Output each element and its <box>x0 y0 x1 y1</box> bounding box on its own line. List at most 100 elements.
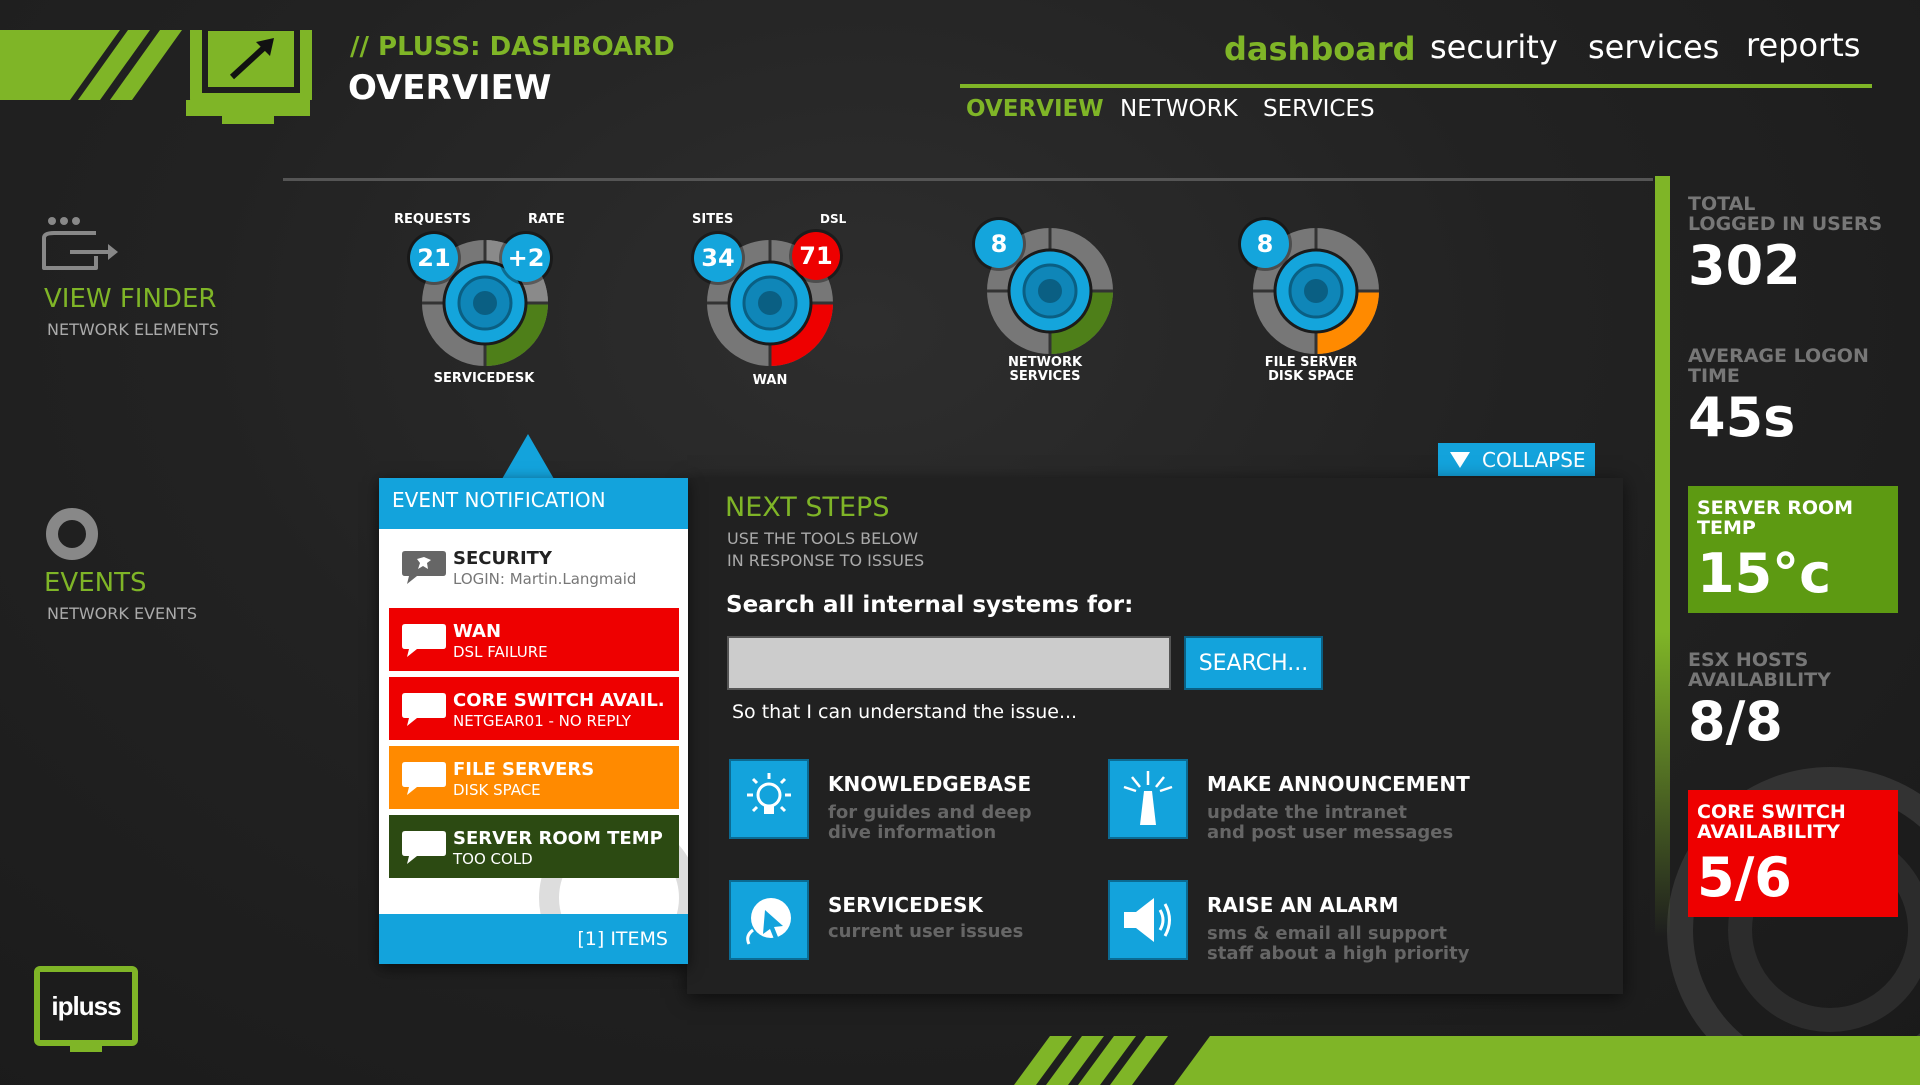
tool-servicedesk[interactable]: SERVICEDESK current user issues <box>729 880 1089 970</box>
collapse-button[interactable]: COLLAPSE <box>1438 443 1595 476</box>
view-finder-title[interactable]: VIEW FINDER <box>44 284 216 314</box>
gauge-file-server[interactable]: 8 FILE SERVER DISK SPACE <box>1221 212 1401 392</box>
tool-desc-line-2: and post user messages <box>1207 822 1454 843</box>
view-finder-icon[interactable] <box>40 214 120 276</box>
collapse-label: COLLAPSE <box>1482 447 1586 472</box>
event-item[interactable]: WAN DSL FAILURE <box>389 608 679 671</box>
events-sub: NETWORK EVENTS <box>47 604 198 623</box>
event-sub: LOGIN: Martin.Langmaid <box>453 570 637 588</box>
tool-desc-line-1: current user issues <box>828 921 1024 942</box>
next-steps-sub: USE THE TOOLS BELOW IN RESPONSE TO ISSUE… <box>727 528 924 572</box>
nav-dashboard[interactable]: dashboard <box>1224 30 1416 68</box>
gauge-left-value: 21 <box>410 234 458 282</box>
tool-desc-line-2: staff about a high priority <box>1207 943 1470 964</box>
gauge-value: 8 <box>1241 220 1289 268</box>
tool-desc-line-1: sms & email all support <box>1207 923 1448 944</box>
search-input[interactable] <box>727 636 1171 690</box>
stat-esx-hosts: ESX HOSTS AVAILABILITY 8/8 <box>1688 650 1898 753</box>
gauge-label-1: FILE SERVER <box>1264 355 1358 370</box>
stat-value: 15°c <box>1697 542 1832 605</box>
chat-bubble-icon <box>402 762 446 795</box>
tool-desc: sms & email all support staff about a hi… <box>1207 924 1469 964</box>
divider <box>283 178 1653 181</box>
tab-services[interactable]: SERVICES <box>1263 96 1375 122</box>
event-title: CORE SWITCH AVAIL. <box>453 690 665 711</box>
events-title[interactable]: EVENTS <box>44 568 146 598</box>
gauge-right-label: DSL <box>820 212 847 226</box>
stat-core-switch: CORE SWITCH AVAILABILITY 5/6 <box>1688 790 1898 917</box>
stat-value: 302 <box>1688 234 1801 297</box>
stat-server-room-temp: SERVER ROOM TEMP 15°c <box>1688 486 1898 613</box>
stat-value: 8/8 <box>1688 690 1783 753</box>
page-subtitle: // PLUSS: DASHBOARD <box>350 32 675 62</box>
stat-label-1: SERVER ROOM <box>1697 497 1854 519</box>
gauge-network-services[interactable]: 8 NETWORK SERVICES <box>955 212 1135 392</box>
event-item[interactable]: CORE SWITCH AVAIL. NETGEAR01 - NO REPLY <box>389 677 679 740</box>
event-item[interactable]: SECURITY LOGIN: Martin.Langmaid <box>389 535 679 598</box>
monitor-icon <box>186 100 310 124</box>
tool-make-announcement[interactable]: MAKE ANNOUNCEMENT update the intranet an… <box>1108 759 1528 849</box>
tool-title: KNOWLEDGEBASE <box>828 772 1032 796</box>
search-label: Search all internal systems for: <box>726 592 1134 618</box>
next-steps-sub-line-1: USE THE TOOLS BELOW <box>727 529 919 548</box>
event-item[interactable]: FILE SERVERS DISK SPACE <box>389 746 679 809</box>
tool-desc-line-1: for guides and deep <box>828 802 1032 823</box>
tool-knowledgebase[interactable]: KNOWLEDGEBASE for guides and deep dive i… <box>729 759 1089 849</box>
gauge-wan[interactable]: SITES DSL 34 71 WAN <box>680 212 860 392</box>
event-item[interactable]: SERVER ROOM TEMP TOO COLD <box>389 815 679 878</box>
bottom-stripes <box>1014 1036 1920 1085</box>
event-title: SERVER ROOM TEMP <box>453 828 663 849</box>
event-panel-title: EVENT NOTIFICATION <box>379 478 688 529</box>
tab-network[interactable]: NETWORK <box>1120 96 1238 122</box>
right-accent-bar <box>1655 176 1670 936</box>
stat-value: 5/6 <box>1697 846 1792 909</box>
tool-desc: for guides and deep dive information <box>828 803 1032 843</box>
tool-desc: update the intranet and post user messag… <box>1207 803 1453 843</box>
stat-label-2: AVAILABILITY <box>1688 669 1831 691</box>
tool-title: MAKE ANNOUNCEMENT <box>1207 772 1470 796</box>
tab-overview[interactable]: OVERVIEW <box>966 96 1104 122</box>
stat-label-group: SERVER ROOM TEMP <box>1697 498 1853 538</box>
tool-desc-line-1: update the intranet <box>1207 802 1407 823</box>
stat-label-2: TEMP <box>1697 517 1756 539</box>
event-pointer <box>502 434 554 479</box>
gauge-right-value: +2 <box>502 234 550 282</box>
tool-title: SERVICEDESK <box>828 893 983 917</box>
security-alert-icon <box>402 551 446 584</box>
gauge-label: SERVICEDESK <box>433 371 535 386</box>
cursor-click-icon <box>729 880 809 960</box>
gauge-left-value: 34 <box>694 234 742 282</box>
event-sub: TOO COLD <box>453 850 533 868</box>
tool-desc-line-2: dive information <box>828 822 997 843</box>
stat-label-1: ESX HOSTS <box>1688 649 1809 671</box>
stat-label-1: TOTAL <box>1688 193 1756 215</box>
ipluss-logo[interactable]: ipluss <box>34 966 138 1052</box>
gauge-servicedesk[interactable]: REQUESTS RATE 21 +2 SERVICEDESK <box>394 212 574 392</box>
gauge-label: WAN <box>752 373 788 388</box>
logo-frame: ipluss <box>34 966 138 1046</box>
gauge-left-label: REQUESTS <box>394 212 471 227</box>
stat-total-users: TOTAL LOGGED IN USERS 302 <box>1688 194 1898 297</box>
gauge-label-2: SERVICES <box>1009 369 1081 384</box>
stat-label-2: TIME <box>1688 365 1740 387</box>
event-count[interactable]: [1] ITEMS <box>379 914 688 964</box>
nav-security[interactable]: security <box>1430 28 1558 66</box>
nav-reports[interactable]: reports <box>1746 26 1860 64</box>
event-sub: NETGEAR01 - NO REPLY <box>453 712 631 730</box>
nav-services[interactable]: services <box>1588 28 1719 66</box>
gauge-right-value: 71 <box>792 232 840 280</box>
search-button[interactable]: SEARCH... <box>1184 636 1323 690</box>
tool-raise-alarm[interactable]: RAISE AN ALARM sms & email all support s… <box>1108 880 1528 970</box>
next-steps-title: NEXT STEPS <box>725 492 890 523</box>
events-icon[interactable] <box>44 506 100 562</box>
next-steps-sub-line-2: IN RESPONSE TO ISSUES <box>727 551 925 570</box>
stat-value: 45s <box>1688 386 1796 449</box>
stat-label-1: AVERAGE LOGON <box>1688 345 1869 367</box>
event-sub: DSL FAILURE <box>453 643 548 661</box>
event-title: FILE SERVERS <box>453 759 595 780</box>
chat-bubble-icon <box>402 624 446 657</box>
triangle-down-icon <box>1450 451 1470 468</box>
lightbulb-icon <box>729 759 809 839</box>
nav-underline <box>960 84 1872 88</box>
stat-label-group: CORE SWITCH AVAILABILITY <box>1697 802 1846 842</box>
